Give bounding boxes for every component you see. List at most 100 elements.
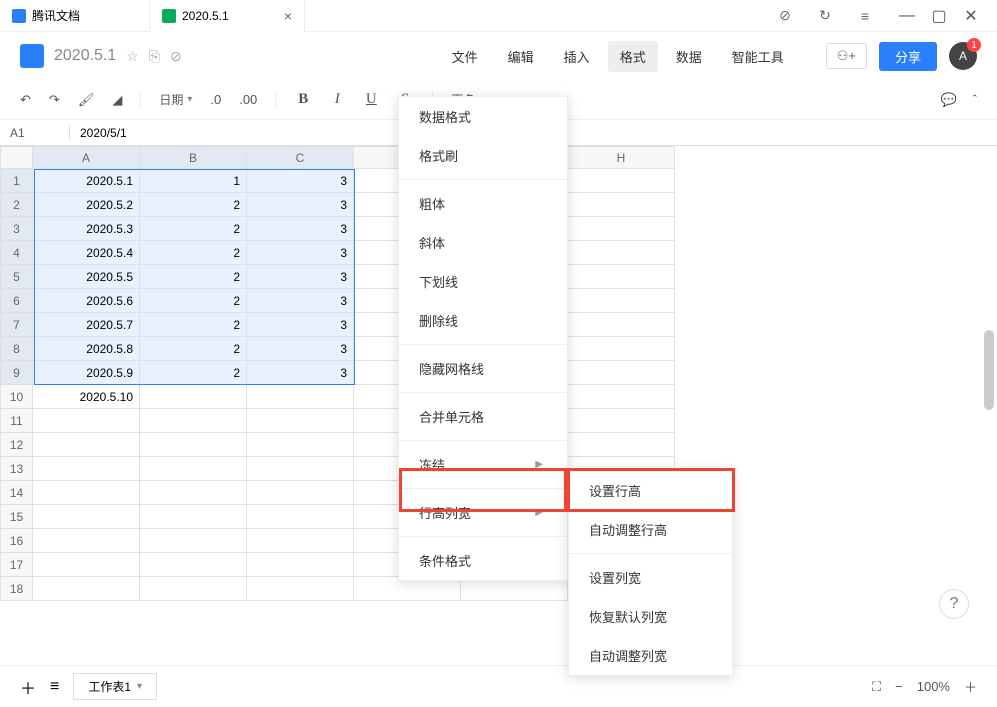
cell[interactable]: 2 [140,313,247,337]
cell[interactable]: 2020.5.3 [33,217,140,241]
tab-document[interactable]: 2020.5.1 × [150,0,305,32]
menu-item-恢复默认列宽[interactable]: 恢复默认列宽 [569,597,732,636]
row-header[interactable]: 5 [1,265,33,289]
expand-icon[interactable]: ⛶ [872,679,881,695]
menu-item-设置列宽[interactable]: 设置列宽 [569,558,732,597]
cell[interactable]: 2020.5.10 [33,385,140,409]
menu-icon[interactable]: ≡ [851,2,879,30]
menu-数据[interactable]: 数据 [664,41,714,72]
row-header[interactable]: 17 [1,553,33,577]
cell[interactable]: 2020.5.2 [33,193,140,217]
cell[interactable] [140,481,247,505]
row-header[interactable]: 4 [1,241,33,265]
help-button[interactable]: ? [939,589,969,619]
cell[interactable]: 3 [247,265,354,289]
cell[interactable]: 3 [247,241,354,265]
undo-button[interactable]: ↶ [20,92,31,108]
star-icon[interactable]: ☆ [126,48,139,65]
cell[interactable]: 3 [247,289,354,313]
document-title[interactable]: 2020.5.1 [54,47,116,65]
row-header[interactable]: 8 [1,337,33,361]
cell[interactable] [568,337,675,361]
select-all-corner[interactable] [1,147,33,169]
menu-item-合并单元格[interactable]: 合并单元格 [399,397,567,436]
redo-button[interactable]: ↷ [49,92,60,108]
scrollbar-vertical[interactable] [984,330,994,410]
help-icon[interactable]: ⊘ [771,2,799,30]
increase-decimal-button[interactable]: .00 [239,92,257,107]
cell[interactable] [568,265,675,289]
cell[interactable]: 3 [247,193,354,217]
row-header[interactable]: 11 [1,409,33,433]
row-header[interactable]: 6 [1,289,33,313]
menu-item-隐藏网格线[interactable]: 隐藏网格线 [399,349,567,388]
menu-插入[interactable]: 插入 [552,41,602,72]
row-header[interactable]: 15 [1,505,33,529]
cell[interactable]: 2 [140,265,247,289]
sheet-list-button[interactable]: ≡ [50,678,59,696]
cell[interactable]: 2020.5.7 [33,313,140,337]
cell[interactable]: 2 [140,337,247,361]
column-header[interactable]: C [247,147,354,169]
italic-button[interactable]: I [328,91,346,108]
cell[interactable] [140,409,247,433]
cell[interactable] [33,529,140,553]
cell[interactable] [247,577,354,601]
cell[interactable]: 2020.5.4 [33,241,140,265]
cell[interactable] [568,433,675,457]
row-header[interactable]: 16 [1,529,33,553]
cell[interactable] [247,529,354,553]
cell[interactable]: 2 [140,193,247,217]
menu-item-行高列宽[interactable]: 行高列宽▶ [399,493,567,532]
cell[interactable] [247,385,354,409]
menu-item-格式刷[interactable]: 格式刷 [399,136,567,175]
cell[interactable] [140,553,247,577]
menu-item-自动调整列宽[interactable]: 自动调整列宽 [569,636,732,675]
menu-item-删除线[interactable]: 删除线 [399,301,567,340]
cell[interactable] [568,361,675,385]
column-header[interactable]: A [33,147,140,169]
row-header[interactable]: 13 [1,457,33,481]
maximize-icon[interactable]: ▢ [923,2,955,30]
cell[interactable] [33,409,140,433]
cell[interactable] [568,217,675,241]
underline-button[interactable]: U [362,91,380,108]
menu-格式[interactable]: 格式 [608,41,658,72]
cell[interactable]: 2 [140,361,247,385]
cell[interactable] [140,577,247,601]
cell[interactable] [140,505,247,529]
comment-icon[interactable]: 💬 [940,92,956,108]
menu-item-下划线[interactable]: 下划线 [399,262,567,301]
menu-item-条件格式[interactable]: 条件格式 [399,541,567,580]
menu-item-斜体[interactable]: 斜体 [399,223,567,262]
cell[interactable]: 2020.5.1 [33,169,140,193]
cell[interactable]: 3 [247,361,354,385]
cell[interactable]: 3 [247,337,354,361]
paint-format-button[interactable]: 🖌 [78,92,95,108]
format-date-button[interactable]: 日期▾ [159,91,192,108]
refresh-icon[interactable]: ↻ [811,2,839,30]
cell[interactable]: 2020.5.5 [33,265,140,289]
cell-reference[interactable]: A1 [0,126,70,140]
row-header[interactable]: 12 [1,433,33,457]
collapse-toolbar-icon[interactable]: ˆ [973,92,977,107]
cell[interactable] [568,313,675,337]
cell[interactable] [568,385,675,409]
row-header[interactable]: 2 [1,193,33,217]
row-header[interactable]: 9 [1,361,33,385]
row-header[interactable]: 3 [1,217,33,241]
row-header[interactable]: 14 [1,481,33,505]
cell[interactable]: 2 [140,217,247,241]
avatar[interactable]: A 1 [949,42,977,70]
menu-编辑[interactable]: 编辑 [496,41,546,72]
bold-button[interactable]: B [294,91,312,108]
cell[interactable] [247,481,354,505]
cell[interactable] [247,553,354,577]
menu-item-设置行高[interactable]: 设置行高 [569,471,732,510]
menu-文件[interactable]: 文件 [440,41,490,72]
cell[interactable]: 2 [140,241,247,265]
row-header[interactable]: 18 [1,577,33,601]
add-user-button[interactable]: ⚇+ [826,43,867,69]
add-sheet-button[interactable]: ＋ [20,675,36,699]
minimize-icon[interactable]: — [891,2,923,30]
